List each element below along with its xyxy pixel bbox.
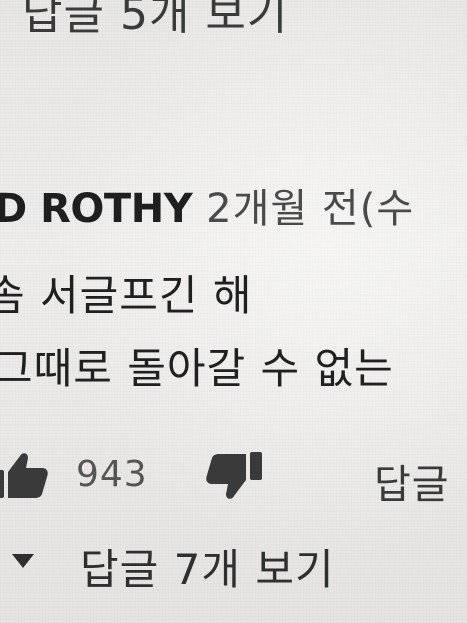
comment-thread: 답글 5개 보기 D ROTHY 2개월 전(수 솜 서글프긴 해 그때로 돌아갈… (0, 0, 467, 623)
comment-text-line: 그때로 돌아갈 수 없는 (0, 344, 394, 393)
view-replies-label: 답글 7개 보기 (80, 545, 335, 594)
view-previous-replies-link[interactable]: 답글 5개 보기 (22, 0, 288, 42)
comment-author[interactable]: D ROTHY (0, 186, 193, 232)
thumbs-down-icon (206, 452, 262, 499)
view-replies-toggle[interactable]: 답글 7개 보기 (0, 536, 467, 606)
comment-action-bar: 943 답글 (0, 448, 467, 508)
caret-down-icon (12, 554, 34, 568)
reply-button[interactable]: 답글 (374, 452, 450, 510)
comment-text-line: 솜 서글프긴 해 (0, 271, 253, 320)
like-button[interactable] (0, 450, 50, 500)
dislike-button[interactable] (204, 450, 264, 502)
comment-timestamp[interactable]: 2개월 전(수 (206, 186, 414, 232)
comment-header: D ROTHY 2개월 전(수 (0, 176, 414, 234)
thumbs-up-icon (0, 453, 48, 498)
like-count: 943 (76, 454, 148, 495)
